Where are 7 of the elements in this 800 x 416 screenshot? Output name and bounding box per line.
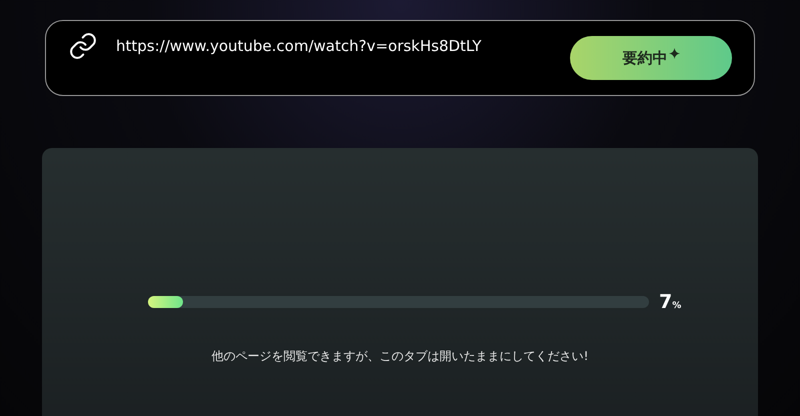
progress-message: 他のページを閲覧できますが、このタブは開いたままにしてください!: [212, 348, 588, 364]
percent-unit: %: [672, 300, 682, 313]
sparkle-icon: [668, 48, 680, 59]
progress-percent: 7: [659, 290, 672, 315]
url-input-field[interactable]: https://www.youtube.com/watch?v=orskHs8DtLY: [116, 35, 570, 58]
link-icon: [68, 31, 98, 61]
summarize-button[interactable]: 要約中: [570, 36, 732, 80]
